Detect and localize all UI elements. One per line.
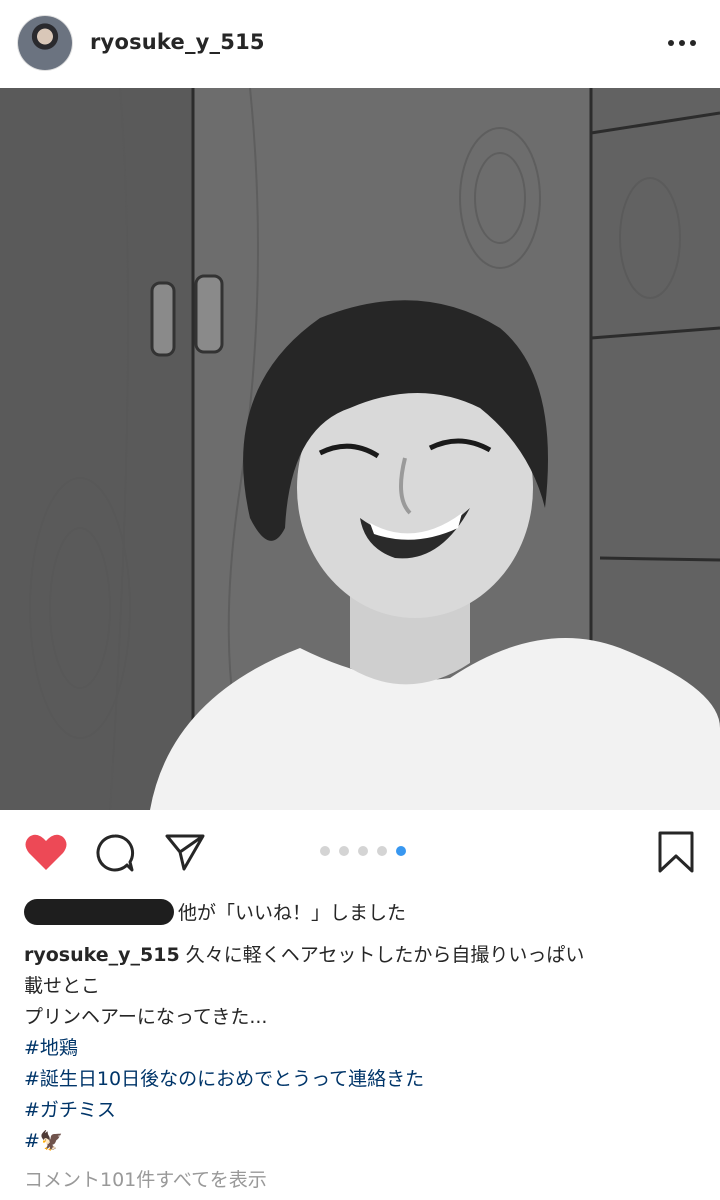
post-photo[interactable] [0, 88, 720, 810]
heart-filled-icon[interactable] [24, 832, 68, 872]
bookmark-icon[interactable] [656, 830, 696, 874]
hashtag-link[interactable]: #🦅 [24, 1126, 696, 1157]
post-caption: ryosuke_y_515 久々に軽くヘアセットしたから自撮りいっぱい 載せとこ… [24, 940, 696, 1157]
header-username[interactable]: ryosuke_y_515 [90, 30, 265, 54]
post-header: ryosuke_y_515 [0, 0, 720, 88]
hashtag-link[interactable]: #ガチミス [24, 1095, 696, 1126]
photo-illustration [0, 88, 720, 810]
caption-line-3: プリンヘアーになってきた... [24, 1006, 268, 1028]
avatar[interactable] [18, 16, 72, 70]
caption-line-1: 久々に軽くヘアセットしたから自撮りいっぱい [185, 944, 585, 966]
carousel-dot-active [396, 846, 406, 856]
send-icon[interactable] [164, 832, 206, 872]
caption-username[interactable]: ryosuke_y_515 [24, 944, 180, 966]
hashtag-link[interactable]: #誕生日10日後なのにおめでとうって連絡きた [24, 1064, 696, 1095]
carousel-dot [339, 846, 349, 856]
likes-text: 他が「いいね！」しました [178, 902, 407, 924]
redacted-username [24, 898, 174, 925]
carousel-dot [358, 846, 368, 856]
more-horizontal-icon[interactable] [666, 34, 698, 52]
view-all-comments-link[interactable]: コメント101件すべてを表示 [24, 1165, 267, 1192]
hashtag-link[interactable]: #地鶏 [24, 1033, 696, 1064]
carousel-dot [377, 846, 387, 856]
carousel-dot [320, 846, 330, 856]
likes-summary[interactable]: 他が「いいね！」しました [24, 898, 406, 927]
comment-icon[interactable] [94, 832, 136, 874]
caption-line-2: 載せとこ [24, 975, 101, 997]
